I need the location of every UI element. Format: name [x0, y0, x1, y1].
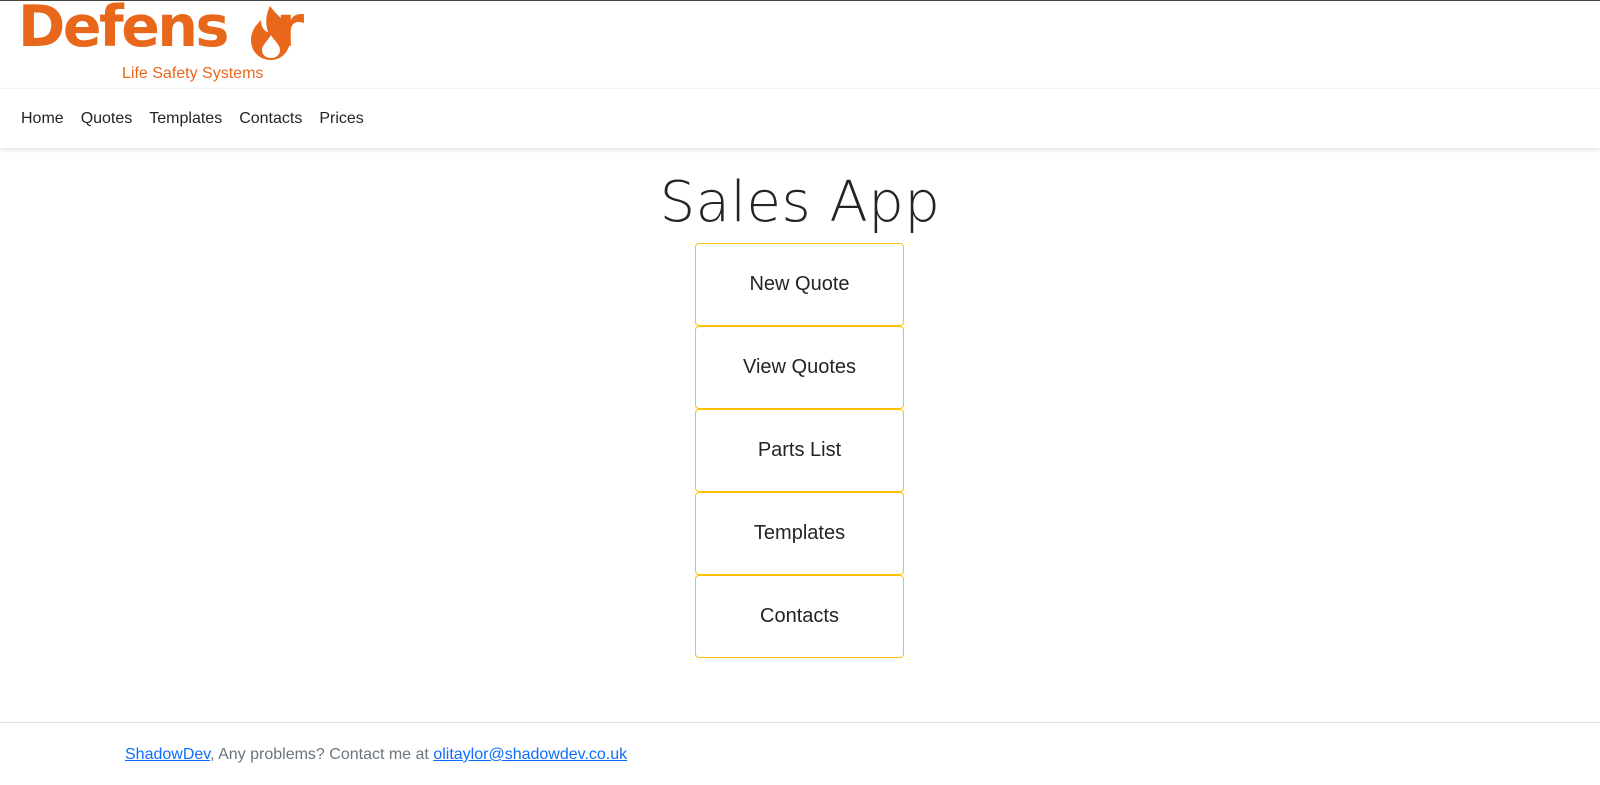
- footer-text: ShadowDev, Any problems? Contact me at o…: [125, 746, 627, 764]
- page-title: Sales App: [659, 170, 941, 235]
- logo-word-text: Defens: [18, 0, 229, 60]
- new-quote-button[interactable]: New Quote: [695, 243, 904, 326]
- logo-tagline: Life Safety Systems: [122, 65, 264, 82]
- nav-item-prices[interactable]: Prices: [319, 110, 363, 128]
- action-menu: New Quote View Quotes Parts List Templat…: [695, 243, 904, 658]
- email-link[interactable]: olitaylor@shadowdev.co.uk: [433, 746, 627, 763]
- shadowdev-link[interactable]: ShadowDev: [125, 746, 210, 763]
- nav-item-contacts[interactable]: Contacts: [239, 110, 302, 128]
- logo[interactable]: Defens r Life Safety Systems: [18, 0, 304, 85]
- logo-wordmark: Defens r: [18, 0, 304, 56]
- brand-header: Defens r Life Safety Systems: [0, 0, 1600, 88]
- page-footer: ShadowDev, Any problems? Contact me at o…: [0, 722, 1600, 785]
- footer-message: , Any problems? Contact me at: [210, 746, 434, 763]
- contacts-button[interactable]: Contacts: [695, 575, 904, 658]
- nav-item-home[interactable]: Home: [21, 110, 64, 128]
- nav-item-templates[interactable]: Templates: [149, 110, 222, 128]
- parts-list-button[interactable]: Parts List: [695, 409, 904, 492]
- view-quotes-button[interactable]: View Quotes: [695, 326, 904, 409]
- main-navbar: Home Quotes Templates Contacts Prices: [0, 88, 1600, 148]
- nav-item-quotes[interactable]: Quotes: [81, 110, 133, 128]
- flame-icon: [251, 6, 290, 60]
- templates-button[interactable]: Templates: [695, 492, 904, 575]
